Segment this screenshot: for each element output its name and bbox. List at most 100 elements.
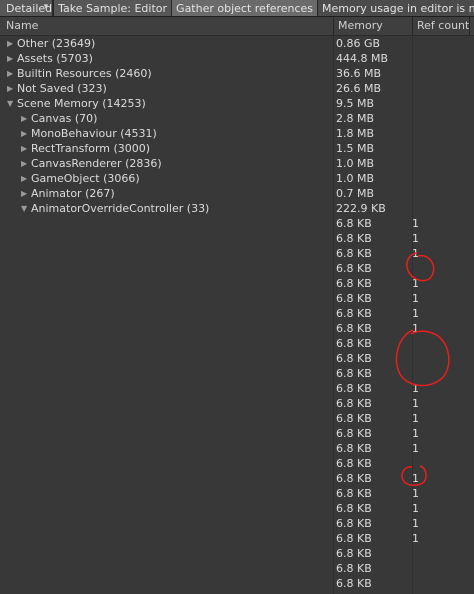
object-row[interactable]: 6.8 KB 1 bbox=[0, 411, 474, 426]
object-row[interactable]: 6.8 KB 1 bbox=[0, 216, 474, 231]
memory-cell: 36.6 MB bbox=[336, 67, 382, 80]
object-row[interactable]: 6.8 KB bbox=[0, 546, 474, 561]
category-row[interactable]: ▶ Not Saved (323) 26.6 MB bbox=[0, 81, 474, 96]
ref-count-cell: 1 bbox=[412, 322, 419, 335]
view-mode-dropdown[interactable]: Detailed ▾ bbox=[0, 0, 54, 16]
memory-cell: 6.8 KB bbox=[336, 292, 372, 305]
category-row[interactable]: ▼ AnimatorOverrideController (33) 222.9 KB bbox=[0, 201, 474, 216]
object-row[interactable]: 6.8 KB bbox=[0, 456, 474, 471]
row-name-cell: ▼ Scene Memory (14253) bbox=[7, 96, 146, 111]
object-row[interactable]: 6.8 KB bbox=[0, 336, 474, 351]
memory-cell: 1.0 MB bbox=[336, 157, 375, 170]
memory-cell: 26.6 MB bbox=[336, 82, 382, 95]
object-row[interactable]: 6.8 KB 1 bbox=[0, 396, 474, 411]
memory-cell: 6.8 KB bbox=[336, 337, 372, 350]
category-row[interactable]: ▶ RectTransform (3000) 1.5 MB bbox=[0, 141, 474, 156]
object-row[interactable]: 6.8 KB 1 bbox=[0, 381, 474, 396]
memory-cell: 6.8 KB bbox=[336, 547, 372, 560]
collapsed-arrow-icon[interactable]: ▶ bbox=[7, 51, 17, 66]
editor-warning-message: Memory usage in editor is not as it wi bbox=[322, 1, 474, 15]
object-row[interactable]: 6.8 KB 1 bbox=[0, 291, 474, 306]
collapsed-arrow-icon[interactable]: ▶ bbox=[7, 66, 17, 81]
ref-count-cell: 1 bbox=[412, 232, 419, 245]
collapsed-arrow-icon[interactable]: ▶ bbox=[21, 111, 31, 126]
memory-cell: 1.0 MB bbox=[336, 172, 375, 185]
take-sample-button[interactable]: Take Sample: Editor bbox=[54, 0, 173, 16]
row-label: GameObject (3066) bbox=[31, 172, 140, 185]
gather-object-references-toggle[interactable]: Gather object references bbox=[172, 0, 319, 16]
row-name-cell: ▶ Canvas (70) bbox=[21, 111, 97, 126]
ref-count-column-header[interactable]: Ref count bbox=[417, 17, 469, 35]
category-row[interactable]: ▶ MonoBehaviour (4531) 1.8 MB bbox=[0, 126, 474, 141]
name-column-header[interactable]: Name bbox=[6, 17, 38, 35]
object-row[interactable]: 6.8 KB 1 bbox=[0, 306, 474, 321]
row-name-cell: ▶ CanvasRenderer (2836) bbox=[21, 156, 162, 171]
column-divider[interactable] bbox=[469, 17, 470, 35]
memory-cell: 9.5 MB bbox=[336, 97, 375, 110]
memory-cell: 1.5 MB bbox=[336, 142, 375, 155]
category-row[interactable]: ▶ Assets (5703) 444.8 MB bbox=[0, 51, 474, 66]
row-name-cell: ▶ Animator (267) bbox=[21, 186, 115, 201]
ref-count-cell: 1 bbox=[412, 487, 419, 500]
category-row[interactable]: ▶ GameObject (3066) 1.0 MB bbox=[0, 171, 474, 186]
memory-cell: 6.8 KB bbox=[336, 217, 372, 230]
row-label: AnimatorOverrideController (33) bbox=[31, 202, 210, 215]
row-name-cell: ▶ RectTransform (3000) bbox=[21, 141, 150, 156]
ref-count-cell: 1 bbox=[412, 427, 419, 440]
category-row[interactable]: ▼ Scene Memory (14253) 9.5 MB bbox=[0, 96, 474, 111]
column-divider[interactable] bbox=[333, 17, 334, 35]
object-row[interactable]: 6.8 KB 1 bbox=[0, 471, 474, 486]
ref-count-cell: 1 bbox=[412, 502, 419, 515]
object-row[interactable]: 6.8 KB 1 bbox=[0, 531, 474, 546]
ref-count-cell: 1 bbox=[412, 517, 419, 530]
memory-cell: 6.8 KB bbox=[336, 322, 372, 335]
row-name-cell: ▶ Not Saved (323) bbox=[7, 81, 107, 96]
category-row[interactable]: ▶ Animator (267) 0.7 MB bbox=[0, 186, 474, 201]
row-name-cell: ▶ Builtin Resources (2460) bbox=[7, 66, 152, 81]
memory-cell: 0.86 GB bbox=[336, 37, 381, 50]
memory-cell: 222.9 KB bbox=[336, 202, 386, 215]
memory-cell: 6.8 KB bbox=[336, 247, 372, 260]
object-row[interactable]: 6.8 KB 1 bbox=[0, 231, 474, 246]
collapsed-arrow-icon[interactable]: ▶ bbox=[21, 126, 31, 141]
object-row[interactable]: 6.8 KB bbox=[0, 576, 474, 591]
object-row[interactable]: 6.8 KB 1 bbox=[0, 441, 474, 456]
object-row[interactable]: 6.8 KB 1 bbox=[0, 276, 474, 291]
collapsed-arrow-icon[interactable]: ▶ bbox=[7, 36, 17, 51]
ref-count-cell: 1 bbox=[412, 442, 419, 455]
category-row[interactable]: ▶ Canvas (70) 2.8 MB bbox=[0, 111, 474, 126]
ref-count-cell: 1 bbox=[412, 292, 419, 305]
object-row[interactable]: 6.8 KB 1 bbox=[0, 321, 474, 336]
object-row[interactable]: 6.8 KB bbox=[0, 561, 474, 576]
collapsed-arrow-icon[interactable]: ▶ bbox=[21, 156, 31, 171]
row-name-cell: ▶ MonoBehaviour (4531) bbox=[21, 126, 157, 141]
object-row[interactable]: 6.8 KB bbox=[0, 366, 474, 381]
memory-column-header[interactable]: Memory bbox=[338, 17, 383, 35]
object-row[interactable]: 6.8 KB 1 bbox=[0, 426, 474, 441]
collapsed-arrow-icon[interactable]: ▶ bbox=[7, 81, 17, 96]
object-row[interactable]: 6.8 KB 1 bbox=[0, 246, 474, 261]
expanded-arrow-icon[interactable]: ▼ bbox=[7, 96, 17, 111]
memory-cell: 6.8 KB bbox=[336, 502, 372, 515]
category-row[interactable]: ▶ Builtin Resources (2460) 36.6 MB bbox=[0, 66, 474, 81]
ref-count-cell: 1 bbox=[412, 307, 419, 320]
row-label: Not Saved (323) bbox=[17, 82, 107, 95]
memory-cell: 6.8 KB bbox=[336, 307, 372, 320]
collapsed-arrow-icon[interactable]: ▶ bbox=[21, 171, 31, 186]
category-row[interactable]: ▶ Other (23649) 0.86 GB bbox=[0, 36, 474, 51]
ref-count-cell: 1 bbox=[412, 412, 419, 425]
object-row[interactable]: 6.8 KB 1 bbox=[0, 501, 474, 516]
row-label: RectTransform (3000) bbox=[31, 142, 151, 155]
object-row[interactable]: 6.8 KB 1 bbox=[0, 486, 474, 501]
collapsed-arrow-icon[interactable]: ▶ bbox=[21, 141, 31, 156]
expanded-arrow-icon[interactable]: ▼ bbox=[21, 201, 31, 216]
column-divider[interactable] bbox=[412, 17, 413, 35]
category-row[interactable]: ▶ CanvasRenderer (2836) 1.0 MB bbox=[0, 156, 474, 171]
object-row[interactable]: 6.8 KB bbox=[0, 351, 474, 366]
object-row[interactable]: 6.8 KB bbox=[0, 261, 474, 276]
memory-cell: 6.8 KB bbox=[336, 487, 372, 500]
object-row[interactable]: 6.8 KB 1 bbox=[0, 516, 474, 531]
ref-count-cell: 1 bbox=[412, 397, 419, 410]
row-label: Canvas (70) bbox=[31, 112, 98, 125]
collapsed-arrow-icon[interactable]: ▶ bbox=[21, 186, 31, 201]
